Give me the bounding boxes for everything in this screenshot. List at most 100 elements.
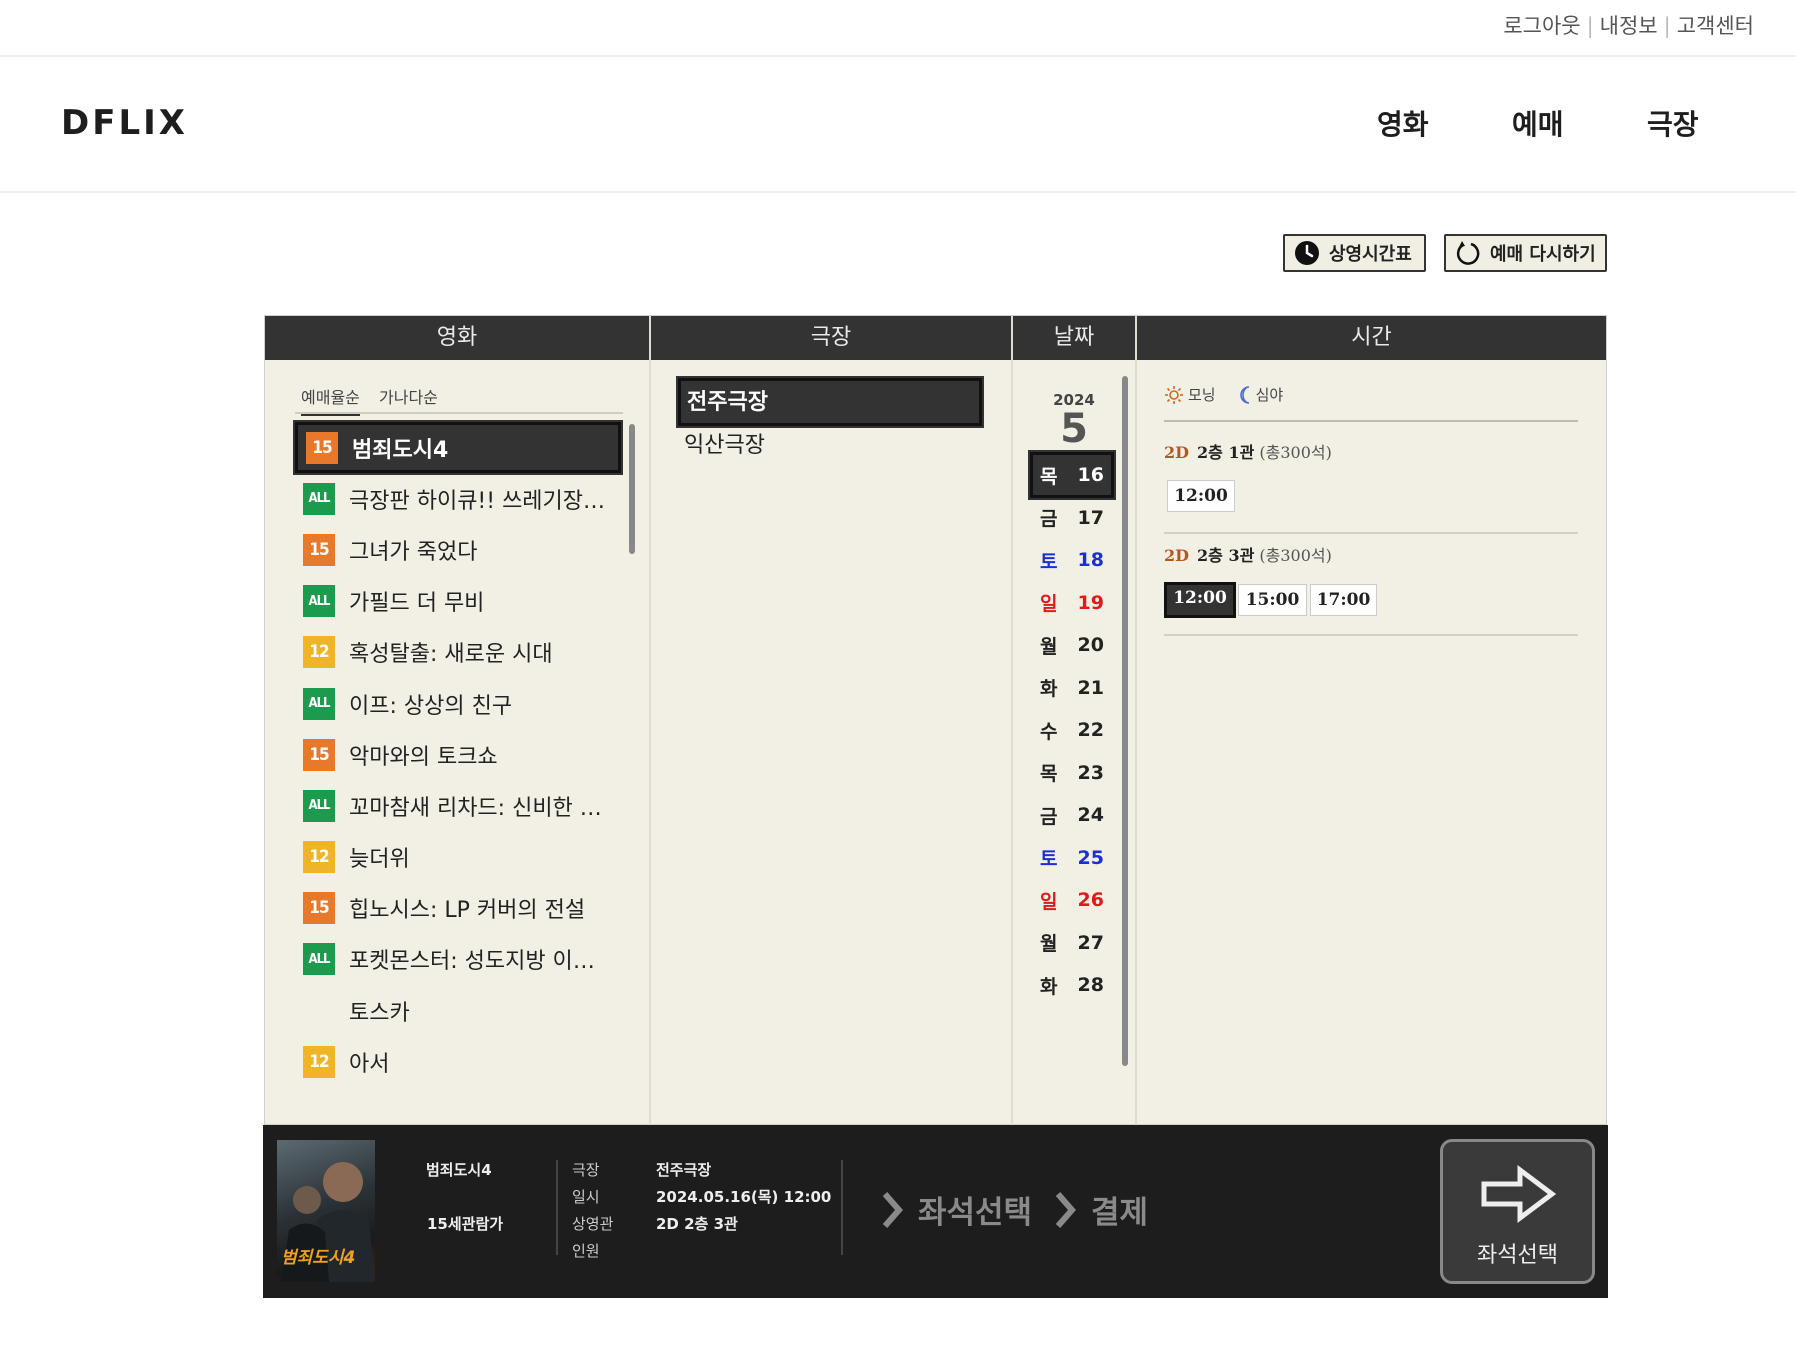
logo[interactable]: DFLIX (61, 103, 188, 143)
date-item[interactable]: 월 20 (1030, 622, 1114, 668)
movie-title: 아서 (349, 1051, 390, 1077)
summary-label-people: 인원 (572, 1242, 600, 1260)
date-item[interactable]: 목 16 (1028, 450, 1116, 500)
logout-link[interactable]: 로그아웃 (1503, 14, 1580, 38)
movie-item[interactable]: ALL 포켓몬스터: 성도지방 이야기 (295, 934, 621, 985)
showtime-button[interactable]: 17:00 (1310, 584, 1377, 616)
date-item[interactable]: 목 23 (1030, 750, 1114, 796)
seat-selection-button[interactable]: 좌석선택 (1440, 1139, 1595, 1284)
date-item[interactable]: 수 22 (1030, 707, 1114, 753)
movie-item[interactable]: ALL 이프: 상상의 친구 (295, 678, 621, 729)
theater-item-jeonju[interactable]: 전주극장 (676, 376, 984, 428)
date-item[interactable]: 월 27 (1030, 920, 1114, 966)
rating-all-icon: ALL (303, 789, 335, 822)
day-of-week: 월 (1040, 933, 1058, 955)
clock-icon (1295, 241, 1319, 265)
date-item[interactable]: 일 26 (1030, 877, 1114, 923)
date-item[interactable]: 토 18 (1030, 537, 1114, 583)
reset-booking-button-label: 예매 다시하기 (1490, 244, 1596, 265)
movie-item[interactable]: 12 혹성탈출: 새로운 시대 (295, 627, 621, 678)
customer-center-link[interactable]: 고객센터 (1677, 14, 1754, 38)
rating-12-icon: 12 (303, 1045, 335, 1078)
time-column-header: 시간 (1137, 316, 1606, 360)
nav-movie[interactable]: 영화 (1377, 103, 1429, 143)
movie-item[interactable]: ALL 가필드 더 무비 (295, 576, 621, 627)
screen-format: 2D (1164, 546, 1190, 565)
day-of-week: 금 (1040, 805, 1058, 828)
sort-by-booking-rate[interactable]: 예매율순 (301, 384, 360, 416)
booking-panel: 영화 예매율순 가나다순 15 범죄도시4 ALL 극장판 하이큐!! 쓰레기장의 결… (264, 315, 1607, 1126)
summary-label-screen: 상영관 (572, 1215, 614, 1233)
divider: | (1663, 14, 1671, 38)
rating-15-icon: 15 (303, 892, 335, 925)
step-seat-selection: 좌석선택 (880, 1187, 1032, 1232)
movie-item[interactable]: 15 악마와의 토크쇼 (295, 729, 621, 780)
rating-all-icon: ALL (303, 687, 335, 720)
date-item[interactable]: 화 21 (1030, 665, 1114, 711)
movie-title: 힙노시스: LP 커버의 전설 (349, 898, 586, 924)
movie-item[interactable]: ALL 꼬마참새 리차드: 신비한 보석 찾기 (295, 780, 621, 831)
screen-capacity: (총300석) (1259, 546, 1332, 565)
screen-name: 2층 3관 (1197, 546, 1255, 565)
sort-by-name[interactable]: 가나다순 (379, 384, 438, 408)
day-of-week: 금 (1040, 508, 1058, 530)
date-item[interactable]: 화 28 (1030, 962, 1114, 1008)
theater-column-header: 극장 (651, 316, 1011, 360)
schedule-button[interactable]: 상영시간표 (1283, 234, 1426, 272)
summary-age-rating: 15세관람가 (427, 1215, 504, 1233)
day-number: 18 (1077, 549, 1104, 571)
day-number: 22 (1077, 719, 1104, 741)
rating-15-icon: 15 (303, 533, 335, 566)
my-info-link[interactable]: 내정보 (1600, 14, 1658, 38)
nav-theater[interactable]: 극장 (1647, 103, 1699, 143)
showtime-button-selected[interactable]: 12:00 (1164, 582, 1236, 618)
day-of-week: 일 (1040, 593, 1058, 615)
day-of-week: 목 (1040, 465, 1058, 488)
movie-title: 극장판 하이큐!! 쓰레기장의 결전 (349, 488, 611, 514)
date-column-header: 날짜 (1013, 316, 1135, 360)
showtime-button[interactable]: 15:00 (1238, 584, 1307, 616)
chevron-right-icon (1055, 1191, 1076, 1228)
month-label: 5 (1060, 406, 1088, 452)
date-item[interactable]: 토 25 (1030, 835, 1114, 881)
reset-booking-button[interactable]: 예매 다시하기 (1444, 234, 1607, 272)
date-item[interactable]: 일 19 (1030, 580, 1114, 626)
day-number: 16 (1077, 464, 1104, 486)
schedule-button-label: 상영시간표 (1329, 244, 1412, 265)
date-item[interactable]: 금 17 (1030, 495, 1114, 541)
time-column: 시간 모닝 심야 2D 2층 1관 (총300석) 12:00 2D 2층 3관… (1137, 316, 1606, 1126)
date-list-scrollbar[interactable] (1122, 376, 1128, 1066)
screen-capacity: (총300석) (1259, 443, 1332, 462)
sort-tabs: 예매율순 가나다순 (295, 384, 623, 416)
time-legend: 모닝 심야 (1164, 384, 1283, 405)
movie-item[interactable]: 15 힙노시스: LP 커버의 전설 (295, 883, 621, 934)
movie-title: 가필드 더 무비 (349, 591, 485, 617)
day-number: 27 (1077, 931, 1104, 954)
summary-value-datetime: 2024.05.16(목) 12:00 (656, 1188, 832, 1206)
rating-all-icon: ALL (303, 943, 335, 976)
movie-item[interactable]: ALL 극장판 하이큐!! 쓰레기장의 결전 (295, 473, 621, 524)
showtime-button[interactable]: 12:00 (1167, 480, 1235, 512)
nav-booking[interactable]: 예매 (1512, 103, 1564, 143)
movie-item[interactable]: 15 그녀가 죽었다 (295, 524, 621, 575)
movie-item[interactable]: 15 범죄도시4 (293, 419, 623, 476)
summary-value-theater: 전주극장 (656, 1161, 712, 1179)
utility-links: 로그아웃 | 내정보 | 고객센터 (1503, 10, 1754, 40)
date-item[interactable]: 금 24 (1030, 792, 1114, 838)
day-number: 17 (1077, 506, 1104, 529)
movie-item[interactable]: 12 늦더위 (295, 832, 621, 883)
movie-item[interactable]: 토스카 (295, 985, 621, 1036)
screen-divider (1164, 532, 1578, 534)
summary-divider (556, 1160, 558, 1255)
movie-title: 꼬마참새 리차드: 신비한 보석 찾기 (349, 795, 611, 821)
rating-15-icon: 15 (306, 431, 338, 464)
summary-movie-title: 범죄도시4 (426, 1161, 492, 1179)
chevron-right-icon (882, 1191, 903, 1228)
movie-title: 늦더위 (349, 847, 410, 873)
theater-item-iksan[interactable]: 익산극장 (678, 424, 982, 472)
day-number: 28 (1077, 974, 1104, 996)
movie-list-scrollbar[interactable] (629, 424, 635, 554)
movie-item[interactable]: 12 아서 (295, 1036, 621, 1087)
sun-icon (1165, 385, 1183, 404)
day-of-week: 월 (1040, 635, 1058, 658)
